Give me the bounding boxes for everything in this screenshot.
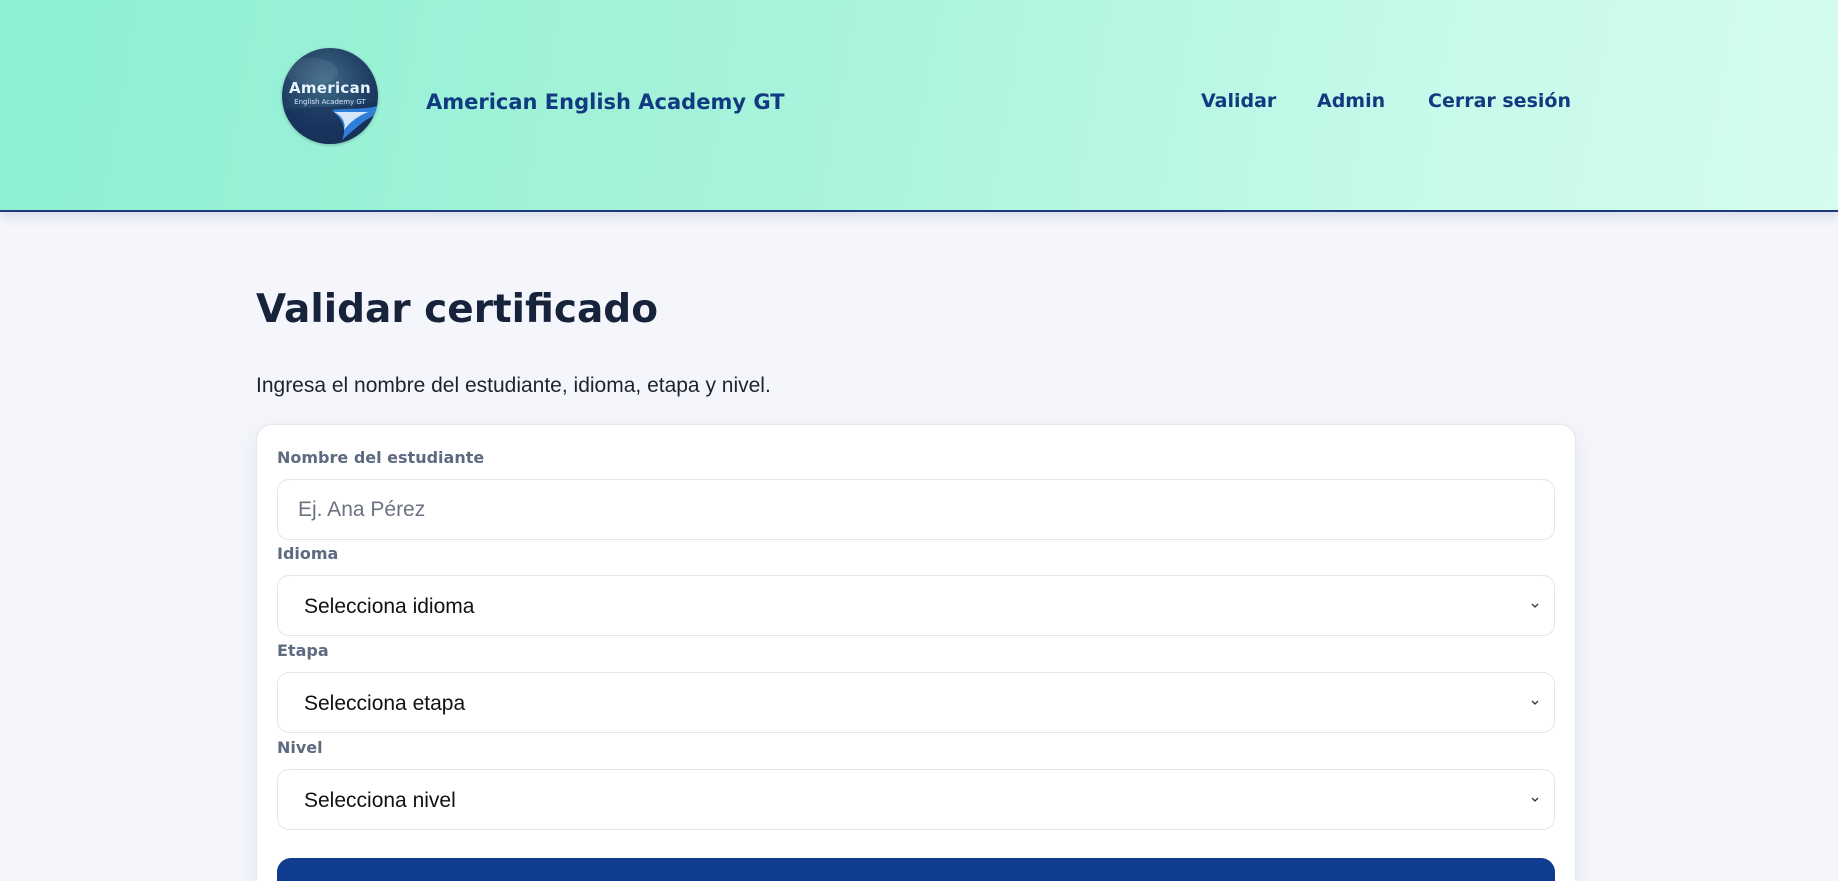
submit-button[interactable] <box>277 858 1555 881</box>
nav-validar[interactable]: Validar <box>1201 90 1276 112</box>
student-name-input[interactable] <box>277 479 1555 540</box>
logo-subtitle: English Academy GT <box>294 98 366 106</box>
chevron-down-icon <box>1531 603 1539 608</box>
page-title: Validar certificado <box>256 287 659 332</box>
validation-form-card: Nombre del estudiante Idioma Selecciona … <box>256 424 1576 881</box>
language-select[interactable]: Selecciona idioma <box>277 575 1555 636</box>
nav-logout[interactable]: Cerrar sesión <box>1428 90 1571 112</box>
nav-admin[interactable]: Admin <box>1317 90 1385 112</box>
language-select-value: Selecciona idioma <box>304 595 475 618</box>
level-select[interactable]: Selecciona nivel <box>277 769 1555 830</box>
logo-word: American <box>288 79 372 97</box>
stage-select[interactable]: Selecciona etapa <box>277 672 1555 733</box>
stage-label: Etapa <box>277 641 329 660</box>
brand-name[interactable]: American English Academy GT <box>426 90 785 114</box>
chevron-down-icon <box>1531 797 1539 802</box>
academy-logo[interactable]: American English Academy GT <box>282 48 378 144</box>
chevron-down-icon <box>1531 700 1539 705</box>
language-label: Idioma <box>277 544 339 563</box>
page-subtitle: Ingresa el nombre del estudiante, idioma… <box>256 374 771 397</box>
level-label: Nivel <box>277 738 323 757</box>
student-name-label: Nombre del estudiante <box>277 448 485 467</box>
site-header: American English Academy GT American Eng… <box>0 0 1838 212</box>
stage-select-value: Selecciona etapa <box>304 692 466 715</box>
level-select-value: Selecciona nivel <box>304 789 456 812</box>
